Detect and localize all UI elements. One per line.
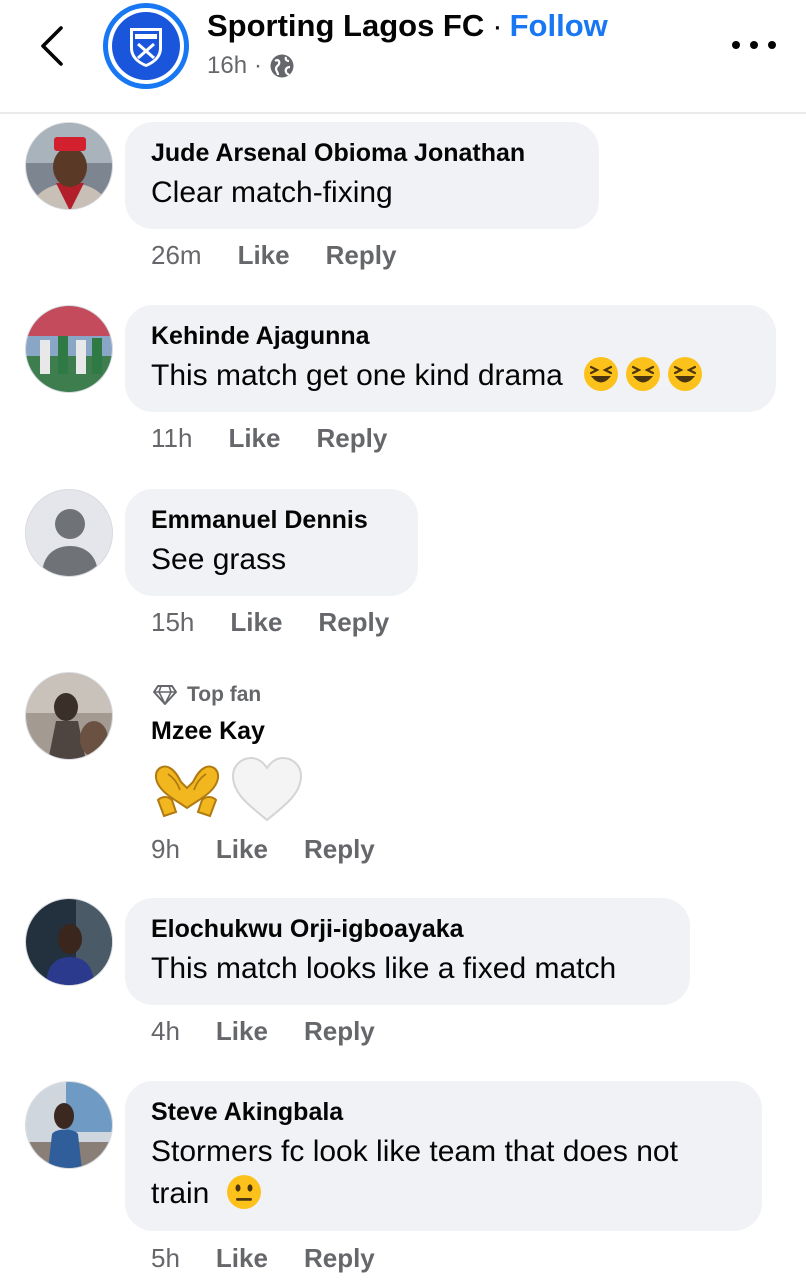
comment-actions: 11h Like Reply <box>151 423 423 454</box>
comment-time[interactable]: 4h <box>151 1016 180 1047</box>
comment-actions: 9h Like Reply <box>151 834 411 865</box>
reply-button[interactable]: Reply <box>304 1016 375 1047</box>
comment-time[interactable]: 11h <box>151 423 192 454</box>
comment-bubble[interactable]: Kehinde Ajagunna This match get one kind… <box>125 305 776 412</box>
club-logo <box>112 12 180 80</box>
comment-actions: 26m Like Reply <box>151 240 432 271</box>
avatar[interactable] <box>25 489 113 577</box>
reply-button[interactable]: Reply <box>318 607 389 638</box>
comment-bubble[interactable]: Emmanuel Dennis See grass <box>125 489 418 596</box>
like-button[interactable]: Like <box>238 240 290 271</box>
more-dot-icon <box>768 41 776 49</box>
comment-actions: 5h Like Reply <box>151 1243 411 1274</box>
reply-button[interactable]: Reply <box>316 423 387 454</box>
more-dot-icon <box>732 41 740 49</box>
like-button[interactable]: Like <box>216 1016 268 1047</box>
neutral-face-icon <box>226 1175 261 1209</box>
comment-bubble[interactable]: Elochukwu Orji-igboayaka This match look… <box>125 898 690 1005</box>
comment-text: Stormers fc look like team that does not <box>151 1135 678 1168</box>
comment-author[interactable]: Emmanuel Dennis <box>151 505 392 535</box>
reply-button[interactable]: Reply <box>304 1243 375 1274</box>
comment-author[interactable]: Kehinde Ajagunna <box>151 321 750 351</box>
comment-text-continued: train <box>151 1177 210 1210</box>
post-meta: 16h · <box>207 52 295 80</box>
comment-time[interactable]: 15h <box>151 607 194 638</box>
comment-time[interactable]: 5h <box>151 1243 180 1274</box>
avatar[interactable] <box>25 122 113 210</box>
comment-bubble[interactable]: Jude Arsenal Obioma Jonathan Clear match… <box>125 122 599 229</box>
comment-author[interactable]: Elochukwu Orji-igboayaka <box>151 914 664 944</box>
avatar[interactable] <box>25 898 113 986</box>
back-button[interactable] <box>30 22 74 70</box>
avatar[interactable] <box>25 305 113 393</box>
globe-icon <box>270 54 294 78</box>
meta-separator: · <box>254 52 263 79</box>
comment-author[interactable]: Jude Arsenal Obioma Jonathan <box>151 138 573 168</box>
comment-emoji-content <box>150 756 304 824</box>
page-name[interactable]: Sporting Lagos FC <box>207 8 484 44</box>
white-heart-icon <box>231 756 303 822</box>
comment-author[interactable]: Mzee Kay <box>151 716 265 746</box>
page-avatar[interactable] <box>103 3 189 89</box>
chevron-left-icon <box>41 26 63 66</box>
laughing-face-icon <box>668 357 703 391</box>
default-avatar-icon <box>26 490 112 576</box>
avatar[interactable] <box>25 1081 113 1169</box>
comment-text: This match looks like a fixed match <box>151 952 617 985</box>
comment-text: Clear match-fixing <box>151 176 393 209</box>
comment-actions: 15h Like Reply <box>151 607 425 638</box>
more-options-button[interactable] <box>732 30 776 60</box>
reply-button[interactable]: Reply <box>326 240 397 271</box>
comment-text-line: train <box>151 1173 736 1215</box>
comment-time[interactable]: 9h <box>151 834 180 865</box>
post-time[interactable]: 16h <box>207 52 247 80</box>
comment-text-line: This match get one kind drama <box>151 355 750 397</box>
reply-button[interactable]: Reply <box>304 834 375 865</box>
like-button[interactable]: Like <box>216 1243 268 1274</box>
heart-hands-icon <box>154 765 220 818</box>
like-button[interactable]: Like <box>216 834 268 865</box>
avatar[interactable] <box>25 672 113 760</box>
comment-text: See grass <box>151 543 287 576</box>
comment-time[interactable]: 26m <box>151 240 202 271</box>
comment-actions: 4h Like Reply <box>151 1016 411 1047</box>
comment-text: This match get one kind drama <box>151 359 563 392</box>
diamond-icon <box>153 685 177 705</box>
title-separator: · <box>492 8 503 43</box>
follow-button[interactable]: Follow <box>510 8 608 44</box>
laughing-face-icon <box>626 357 661 391</box>
post-title: Sporting Lagos FC · Follow <box>207 8 608 44</box>
post-header: Sporting Lagos FC · Follow 16h · <box>0 0 806 114</box>
top-fan-label: Top fan <box>187 683 262 706</box>
like-button[interactable]: Like <box>228 423 280 454</box>
top-fan-badge[interactable]: Top fan <box>152 683 261 707</box>
comment-author[interactable]: Steve Akingbala <box>151 1097 736 1127</box>
more-dot-icon <box>750 41 758 49</box>
laughing-face-icon <box>584 357 619 391</box>
comment-bubble[interactable]: Steve Akingbala Stormers fc look like te… <box>125 1081 762 1231</box>
like-button[interactable]: Like <box>230 607 282 638</box>
